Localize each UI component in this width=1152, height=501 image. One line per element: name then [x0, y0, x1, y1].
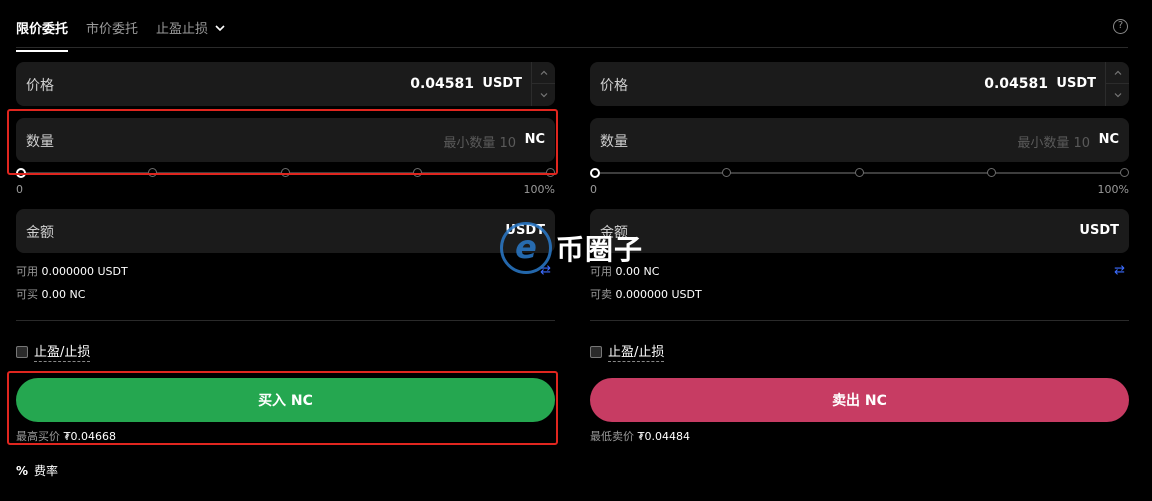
- buy-amount-field[interactable]: 金额 USDT: [16, 209, 555, 253]
- slider-mark-50[interactable]: [855, 168, 864, 177]
- sell-quantity-field[interactable]: 数量 最小数量 10 NC: [590, 118, 1129, 162]
- chevron-down-icon: [1114, 93, 1121, 98]
- fee-rate-label: 费率: [34, 464, 59, 478]
- max-sell: 可卖 0.000000 USDT: [590, 286, 702, 302]
- slider-min-label: 0: [16, 183, 23, 196]
- buy-price-field[interactable]: 价格 0.04581 USDT: [16, 62, 555, 106]
- available-value: 0.000000 USDT: [41, 265, 128, 278]
- tpsl-checkbox[interactable]: [590, 345, 602, 358]
- max-buy-label: 可买: [16, 288, 38, 301]
- tpsl-toggle[interactable]: 止盈/止损: [16, 341, 91, 362]
- sell-percent-slider[interactable]: [590, 167, 1129, 179]
- max-sell-label: 可卖: [590, 288, 612, 301]
- watermark: e 币圈子: [500, 222, 643, 274]
- tpsl-label: 止盈/止损: [608, 341, 665, 362]
- decrement-button[interactable]: [532, 84, 555, 106]
- price-unit: USDT: [1056, 76, 1096, 91]
- available-label: 可用: [16, 265, 38, 278]
- price-stepper: [531, 62, 555, 106]
- increment-button[interactable]: [532, 62, 555, 84]
- chevron-up-icon: [540, 70, 547, 75]
- price-label: 价格: [600, 78, 628, 94]
- quantity-unit: NC: [1098, 132, 1119, 147]
- amount-unit: USDT: [1079, 223, 1119, 238]
- highlight-buy-box: [7, 371, 558, 445]
- chevron-up-icon: [1114, 70, 1121, 75]
- tpsl-checkbox[interactable]: [16, 345, 28, 358]
- divider: [16, 320, 555, 321]
- max-buy-value: 0.00 NC: [41, 288, 86, 301]
- max-sell-value: 0.000000 USDT: [615, 288, 702, 301]
- tpsl-toggle[interactable]: 止盈/止损: [590, 341, 665, 362]
- slider-mark-75[interactable]: [987, 168, 996, 177]
- sell-amount-field[interactable]: 金额 USDT: [590, 209, 1129, 253]
- percent-icon: %: [16, 463, 29, 478]
- increment-button[interactable]: [1106, 62, 1129, 84]
- sell-panel: 价格 0.04581 USDT 数量 最小数量 10 NC 0 100% 金额 …: [590, 0, 1129, 501]
- slider-max-label: 100%: [1097, 183, 1129, 196]
- decrement-button[interactable]: [1106, 84, 1129, 106]
- watermark-logo-icon: e: [500, 222, 552, 274]
- sell-button[interactable]: 卖出 NC: [590, 378, 1129, 422]
- chevron-down-icon: [540, 93, 547, 98]
- price-value[interactable]: 0.04581: [410, 76, 474, 92]
- price-stepper: [1105, 62, 1129, 106]
- price-unit: USDT: [482, 76, 522, 91]
- slider-mark-25[interactable]: [722, 168, 731, 177]
- quantity-label: 数量: [600, 134, 628, 150]
- trade-form: 限价委托 市价委托 止盈止损 ? 价格 0.04581 USDT 数量 最小数量: [0, 0, 1152, 501]
- divider: [590, 320, 1129, 321]
- price-label: 价格: [26, 78, 54, 94]
- slider-max-label: 100%: [523, 183, 555, 196]
- available-balance: 可用 0.000000 USDT: [16, 263, 128, 279]
- best-ask-label: 最低卖价: [590, 430, 634, 443]
- price-value[interactable]: 0.04581: [984, 76, 1048, 92]
- watermark-text: 币圈子: [556, 233, 644, 266]
- quantity-placeholder: 最小数量 10: [1017, 136, 1090, 151]
- best-ask-value: ₮0.04484: [637, 430, 691, 443]
- slider-mark-100[interactable]: [1120, 168, 1129, 177]
- amount-label: 金额: [26, 225, 54, 241]
- fee-rate-link[interactable]: % 费率: [16, 462, 58, 479]
- highlight-quantity-box: [7, 109, 558, 175]
- best-ask: 最低卖价 ₮0.04484: [590, 428, 690, 444]
- transfer-icon[interactable]: ⇄: [1114, 263, 1125, 278]
- max-buy: 可买 0.00 NC: [16, 286, 85, 302]
- slider-handle[interactable]: [590, 168, 600, 178]
- sell-price-field[interactable]: 价格 0.04581 USDT: [590, 62, 1129, 106]
- slider-min-label: 0: [590, 183, 597, 196]
- tpsl-label: 止盈/止损: [34, 341, 91, 362]
